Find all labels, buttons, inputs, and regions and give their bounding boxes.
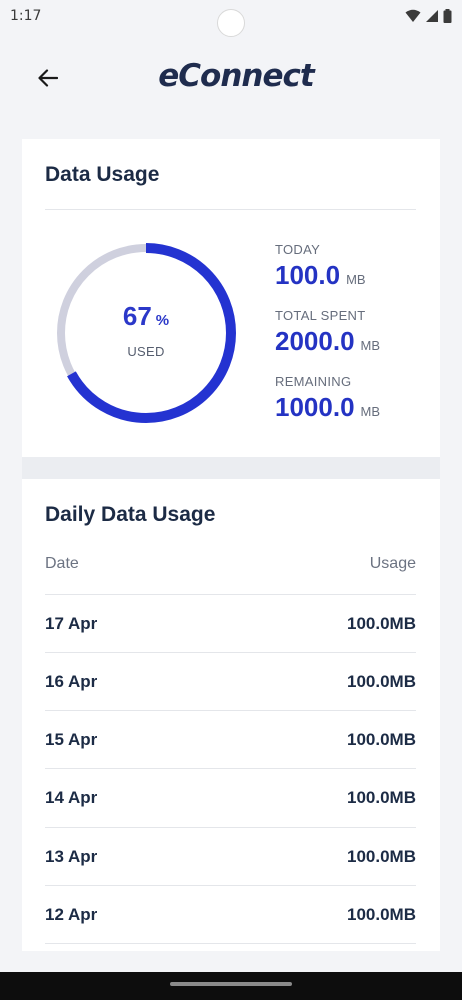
app-header: eConnect <box>0 48 462 110</box>
row-date: 16 Apr <box>45 671 98 691</box>
stat-value: 2000.0 <box>275 326 355 356</box>
percent-sign: % <box>155 312 170 329</box>
table-row[interactable]: 14 Apr 100.0MB <box>45 768 416 826</box>
column-date: Date <box>45 555 79 572</box>
home-handle[interactable] <box>170 982 292 986</box>
stat-unit: MB <box>360 404 381 419</box>
table-row[interactable]: 15 Apr 100.0MB <box>45 710 416 768</box>
table-row[interactable]: 17 Apr 100.0MB <box>45 594 416 652</box>
stat-value: 1000.0 <box>275 392 355 422</box>
stat-remaining: REMAINING 1000.0 MB <box>275 374 380 423</box>
status-time: 1:17 <box>10 8 42 24</box>
data-usage-title: Data Usage <box>45 163 160 186</box>
stat-unit: MB <box>360 338 381 353</box>
status-icons <box>405 9 452 23</box>
stat-total-spent: TOTAL SPENT 2000.0 MB <box>275 308 380 357</box>
app-logo: eConnect <box>158 58 314 94</box>
stat-label: TOTAL SPENT <box>275 308 366 323</box>
row-usage: 100.0MB <box>347 729 416 749</box>
column-usage: Usage <box>369 555 416 572</box>
table-row[interactable]: 13 Apr 100.0MB <box>45 827 416 885</box>
battery-icon <box>443 9 452 23</box>
table-row[interactable]: 12 Apr 100.0MB <box>45 885 416 943</box>
wifi-icon <box>405 9 421 22</box>
daily-usage-title: Daily Data Usage <box>45 503 216 526</box>
row-usage: 100.0MB <box>347 787 416 807</box>
row-usage: 100.0MB <box>347 904 416 924</box>
stat-today: TODAY 100.0 MB <box>275 242 366 291</box>
row-date: 13 Apr <box>45 846 98 866</box>
usage-donut-chart: 67% USED <box>54 241 238 425</box>
row-date: 15 Apr <box>45 729 98 749</box>
signal-icon <box>426 10 438 22</box>
stat-value: 100.0 <box>275 260 341 290</box>
row-date: 14 Apr <box>45 787 98 807</box>
arrow-left-icon <box>38 69 58 87</box>
stat-label: REMAINING <box>275 374 352 389</box>
system-nav-bar <box>0 972 462 1000</box>
daily-usage-card: Daily Data Usage Date Usage 17 Apr 100.0… <box>22 479 440 951</box>
data-usage-card: Data Usage 67% USED TODAY 100.0 MB TOTAL… <box>22 139 440 457</box>
divider <box>45 943 416 944</box>
divider <box>45 209 416 210</box>
row-usage: 100.0MB <box>347 846 416 866</box>
row-usage: 100.0MB <box>347 671 416 691</box>
table-row[interactable]: 16 Apr 100.0MB <box>45 652 416 710</box>
camera-cutout <box>217 9 245 37</box>
percent-used-value: 67 <box>122 301 152 331</box>
back-button[interactable] <box>30 62 66 94</box>
stat-unit: MB <box>346 272 366 287</box>
row-date: 12 Apr <box>45 904 98 924</box>
row-usage: 100.0MB <box>347 613 416 633</box>
used-label: USED <box>127 344 165 359</box>
stat-label: TODAY <box>275 242 321 257</box>
donut-center: 67% USED <box>54 301 238 359</box>
section-separator <box>22 457 440 479</box>
table-header: Date Usage <box>45 555 416 573</box>
row-date: 17 Apr <box>45 613 98 633</box>
